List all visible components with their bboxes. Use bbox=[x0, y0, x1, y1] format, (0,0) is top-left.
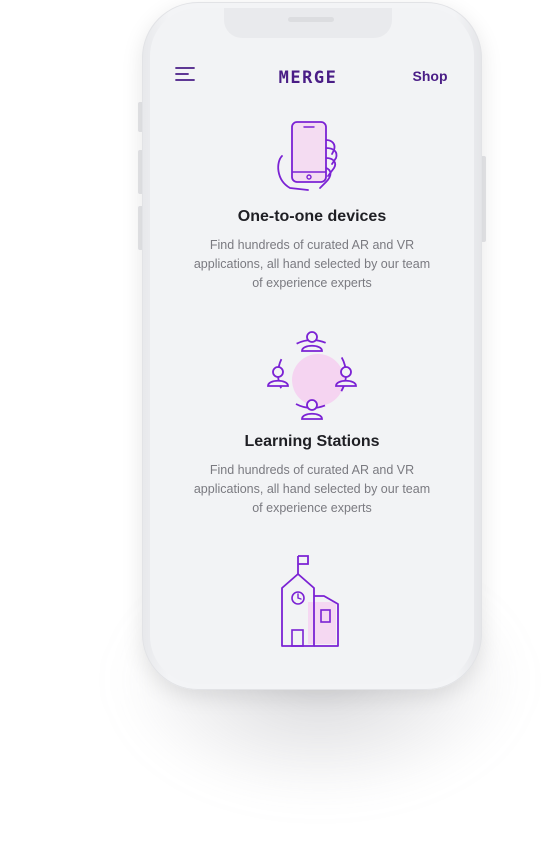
svg-text:MERGE: MERGE bbox=[279, 68, 338, 87]
phone-notch bbox=[224, 8, 392, 38]
phone-in-hand-icon bbox=[262, 118, 362, 198]
section-description-one-to-one: Find hundreds of curated AR and VR appli… bbox=[193, 238, 431, 290]
section-title-learning-stations: Learning Stations bbox=[244, 433, 380, 450]
group-circle-icon bbox=[262, 330, 362, 420]
merge-logo[interactable]: MERGE bbox=[260, 67, 356, 88]
shop-link[interactable]: Shop bbox=[406, 68, 454, 84]
section-description-learning-stations: Find hundreds of curated AR and VR appli… bbox=[193, 463, 431, 515]
section-title-one-to-one: One-to-one devices bbox=[237, 208, 387, 225]
hamburger-menu-icon[interactable] bbox=[174, 66, 196, 84]
school-building-icon bbox=[262, 552, 362, 652]
mockup-stage: MERGE Shop One-to-one devices Find hundr… bbox=[0, 0, 560, 851]
phone-speaker bbox=[288, 17, 334, 22]
phone-screen: MERGE Shop One-to-one devices Find hundr… bbox=[150, 8, 474, 684]
